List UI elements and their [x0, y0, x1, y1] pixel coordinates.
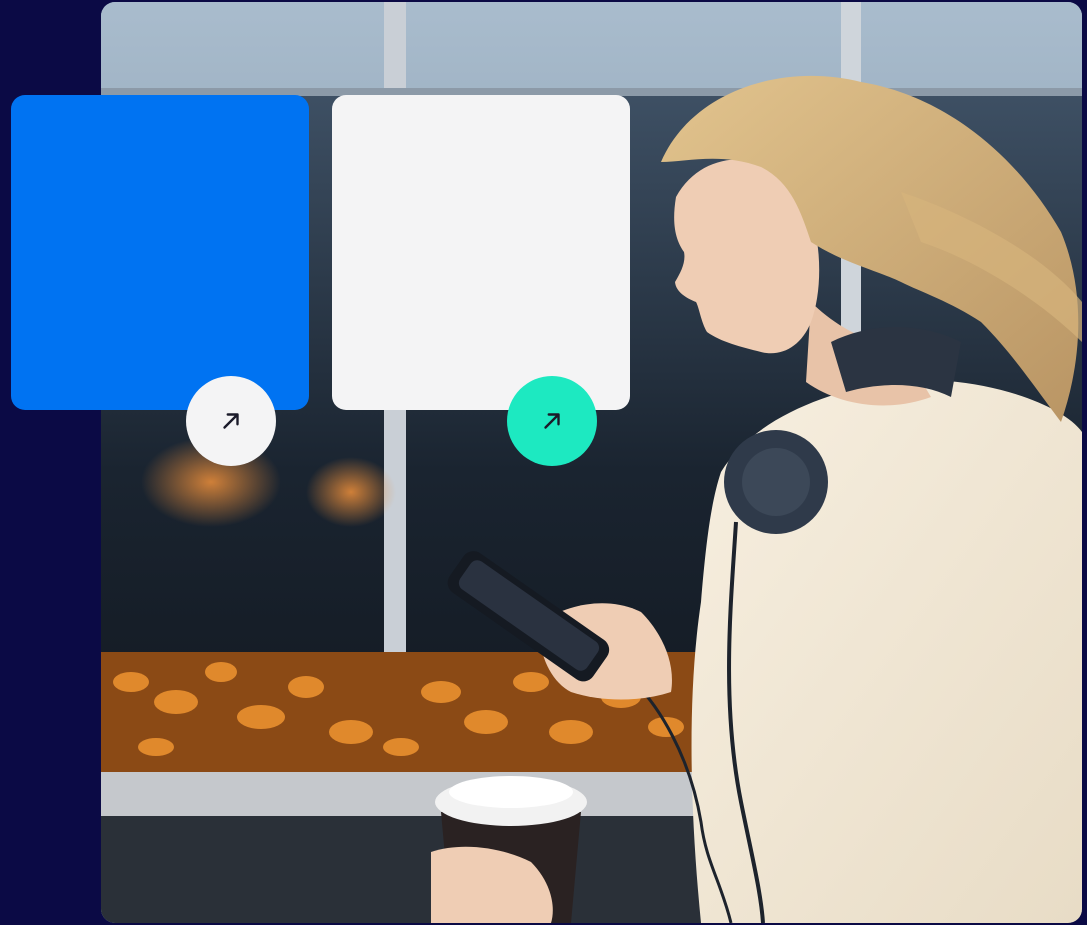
white-card-open-button[interactable]: [507, 376, 597, 466]
arrow-up-right-icon: [544, 413, 560, 429]
white-card[interactable]: [332, 95, 630, 410]
blue-card-open-button[interactable]: [186, 376, 276, 466]
blue-card[interactable]: [11, 95, 309, 410]
arrow-up-right-icon: [223, 413, 239, 429]
